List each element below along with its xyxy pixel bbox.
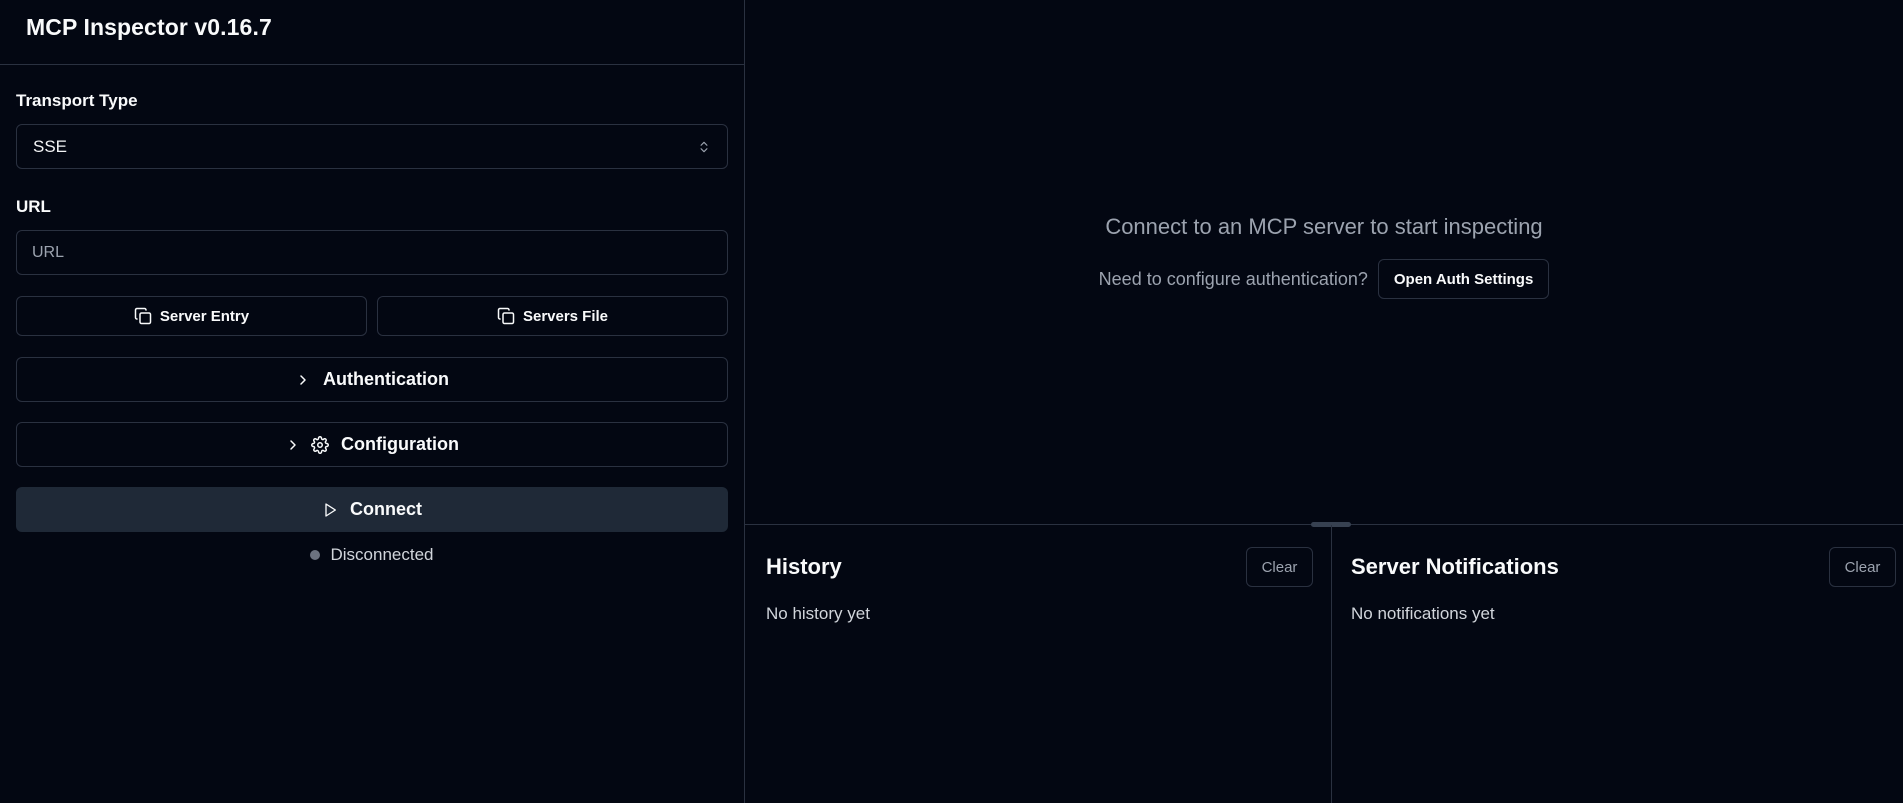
history-empty-text: No history yet <box>766 604 870 623</box>
copy-buttons-row: Server Entry Servers File <box>16 296 728 336</box>
configuration-toggle-button[interactable]: Configuration <box>16 422 728 467</box>
authentication-toggle-button[interactable]: Authentication <box>16 357 728 402</box>
configuration-label: Configuration <box>341 434 459 454</box>
servers-file-button[interactable]: Servers File <box>377 296 728 336</box>
chevron-right-icon <box>300 374 306 385</box>
sidebar: MCP Inspector v0.16.7 Transport Type SSE… <box>0 0 745 803</box>
connection-status: Disconnected <box>16 545 728 565</box>
transport-type-select[interactable]: SSE <box>16 124 728 169</box>
history-header: History Clear <box>766 547 1313 587</box>
history-panel: History Clear No history yet <box>745 525 1332 803</box>
clear-notifications-button[interactable]: Clear <box>1829 547 1896 587</box>
status-text: Disconnected <box>330 545 434 564</box>
server-entry-label: Server Entry <box>159 307 250 325</box>
main-area: Connect to an MCP server to start inspec… <box>745 0 1903 803</box>
url-label: URL <box>16 197 51 216</box>
notifications-title: Server Notifications <box>1351 554 1559 579</box>
chevron-right-icon <box>290 439 296 450</box>
chevrons-up-down-icon <box>700 141 708 152</box>
servers-file-label: Servers File <box>522 307 609 325</box>
play-icon <box>325 502 336 517</box>
connect-button[interactable]: Connect <box>16 487 728 532</box>
clear-history-button[interactable]: Clear <box>1246 547 1313 587</box>
auth-prompt-row: Need to configure authentication? Open A… <box>1099 259 1550 299</box>
authentication-label: Authentication <box>323 369 449 389</box>
app-root: MCP Inspector v0.16.7 Transport Type SSE… <box>0 0 1903 803</box>
notifications-empty-text: No notifications yet <box>1351 604 1495 623</box>
connection-form: Transport Type SSE URL Server Entry <box>0 65 744 565</box>
status-dot <box>310 550 321 560</box>
connect-prompt: Connect to an MCP server to start inspec… <box>1105 214 1543 239</box>
copy-icon <box>497 307 515 325</box>
transport-type-label: Transport Type <box>16 91 138 110</box>
server-entry-button[interactable]: Server Entry <box>16 296 367 336</box>
auth-question: Need to configure authentication? <box>1098 268 1368 289</box>
copy-icon <box>134 307 152 325</box>
notifications-panel: Server Notifications Clear No notificati… <box>1332 525 1903 803</box>
connect-label: Connect <box>350 499 422 519</box>
history-title: History <box>766 554 842 579</box>
app-title: MCP Inspector v0.16.7 <box>26 14 272 40</box>
sidebar-header: MCP Inspector v0.16.7 <box>0 0 744 65</box>
bottom-panels: History Clear No history yet Server Noti… <box>745 525 1903 803</box>
inspector-placeholder: Connect to an MCP server to start inspec… <box>745 0 1903 527</box>
notifications-header: Server Notifications Clear <box>1351 547 1896 587</box>
gear-icon <box>311 435 329 454</box>
url-input[interactable] <box>16 230 728 275</box>
transport-type-value: SSE <box>33 136 68 156</box>
open-auth-settings-button[interactable]: Open Auth Settings <box>1377 259 1550 299</box>
